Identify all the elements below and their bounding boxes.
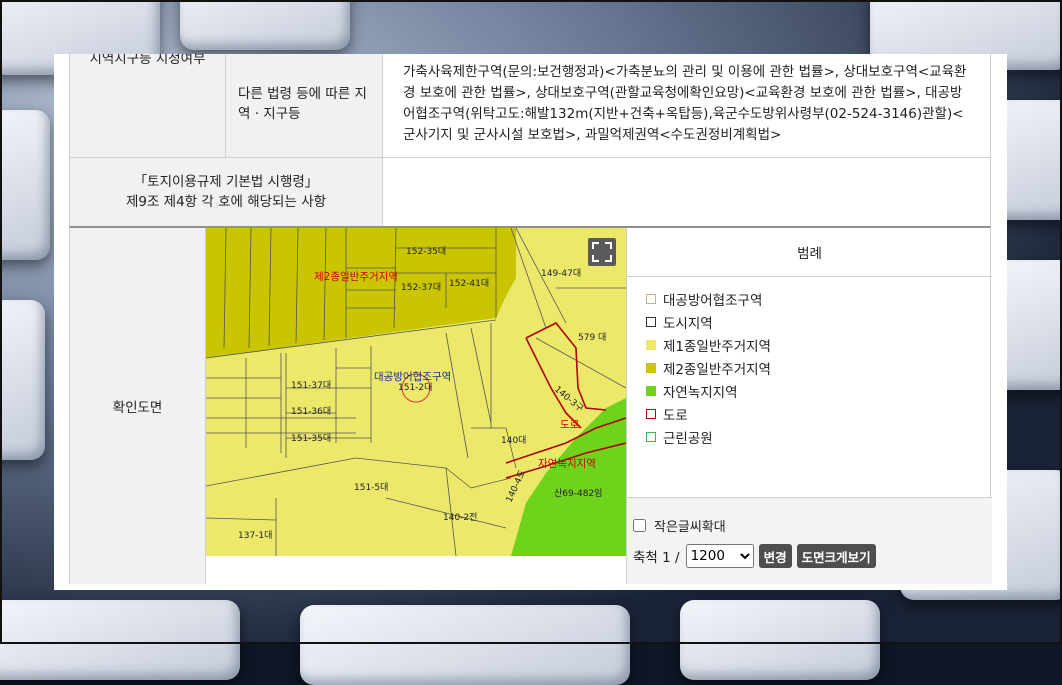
other-laws-label: 다른 법령 등에 따른 지역 · 지구등 [225, 54, 383, 158]
other-laws-content: 가축사육제한구역(문의:보건행정과)<가축분뇨의 관리 및 이용에 관한 법률>… [382, 54, 991, 158]
section-header-label: 지역지구등 지정여부 [89, 54, 206, 67]
legend-swatch [646, 316, 656, 327]
svg-text:151-37대: 151-37대 [291, 380, 331, 391]
legend-item: 대공방어협조구역 [646, 287, 992, 310]
legend-panel: 범례 대공방어협조구역 도시지역 제1종일반주거지역 제2종일반주거지역 자연녹… [626, 228, 992, 584]
legend-item: 제2종일반주거지역 [646, 356, 992, 379]
svg-text:151-5대: 151-5대 [354, 482, 388, 493]
section-header-cell: 지역지구등 지정여부 [69, 54, 226, 158]
svg-text:151-2대: 151-2대 [398, 382, 432, 393]
scale-control: 축척 1 / 1200 변경 도면크게보기 [633, 544, 876, 568]
fullscreen-icon[interactable] [588, 238, 616, 266]
land-use-map[interactable]: 152-35대 149-47대 579 대 152-41대 152-37대 15… [206, 228, 626, 556]
enlarge-map-button[interactable]: 도면크게보기 [796, 544, 876, 568]
svg-text:151-36대: 151-36대 [291, 406, 331, 417]
svg-text:대공방어협조구역: 대공방어협조구역 [374, 370, 451, 383]
change-scale-button[interactable]: 변경 [758, 544, 792, 568]
map-controls: 작은글씨확대 축척 1 / 1200 변경 도면크게보기 [627, 497, 992, 584]
map-section-label: 확인도면 [70, 228, 206, 584]
svg-text:152-35대: 152-35대 [406, 246, 446, 257]
legend-swatch [646, 339, 656, 350]
land-use-table: 지역지구등 지정여부 다른 법령 등에 따른 지역 · 지구등 가축사육제한구역… [69, 54, 991, 227]
legend-swatch [646, 293, 656, 304]
map-drawing: 152-35대 149-47대 579 대 152-41대 152-37대 15… [206, 228, 626, 556]
svg-text:152-41대: 152-41대 [449, 278, 489, 289]
legend-swatch [646, 431, 656, 442]
enforcement-value [382, 157, 991, 227]
small-text-checkbox[interactable] [633, 519, 646, 532]
svg-text:도로: 도로 [560, 419, 580, 431]
svg-text:제2종일반주거지역: 제2종일반주거지역 [314, 270, 398, 283]
small-text-toggle[interactable]: 작은글씨확대 [633, 516, 726, 535]
legend-item: 제1종일반주거지역 [646, 333, 992, 356]
svg-text:140대: 140대 [501, 435, 526, 446]
legend-item: 근린공원 [646, 425, 992, 448]
svg-text:산69-482임: 산69-482임 [554, 487, 602, 499]
map-bottom-strip [206, 556, 626, 584]
scale-label: 축척 1 / [633, 550, 680, 566]
legend-swatch [646, 362, 656, 373]
land-use-panel: 지역지구등 지정여부 다른 법령 등에 따른 지역 · 지구등 가축사육제한구역… [54, 54, 1007, 590]
legend-list: 대공방어협조구역 도시지역 제1종일반주거지역 제2종일반주거지역 자연녹지지역… [627, 277, 992, 448]
svg-text:149-47대: 149-47대 [541, 268, 581, 279]
svg-text:137-1대: 137-1대 [238, 530, 272, 541]
legend-title: 범례 [627, 228, 992, 277]
svg-text:자연녹지지역: 자연녹지지역 [538, 458, 596, 470]
legend-swatch [646, 385, 656, 396]
svg-text:151-35대: 151-35대 [291, 433, 331, 444]
svg-text:140-2전: 140-2전 [443, 512, 477, 523]
legend-item: 도시지역 [646, 310, 992, 333]
map-section: 확인도면 152-35대 149-47대 579 대 152-41대 152-3… [69, 226, 992, 584]
legend-item: 도로 [646, 402, 992, 425]
svg-text:152-37대: 152-37대 [401, 282, 441, 293]
legend-swatch [646, 408, 656, 419]
enforcement-label: 「토지이용규제 기본법 시행령」 제9조 제4항 각 호에 해당되는 사항 [69, 157, 383, 227]
scale-select[interactable]: 1200 [685, 544, 754, 568]
legend-item: 자연녹지지역 [646, 379, 992, 402]
svg-text:579 대: 579 대 [578, 332, 606, 343]
